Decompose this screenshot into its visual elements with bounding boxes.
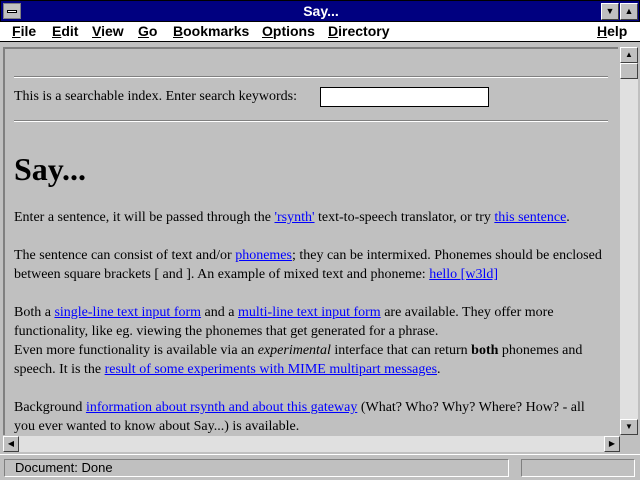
menu-go[interactable]: Go — [138, 23, 157, 39]
title-bar: Say... ▼ ▲ — [0, 0, 640, 22]
scroll-left-icon[interactable]: ◀ — [3, 436, 19, 452]
link-multi-line-form[interactable]: multi-line text input form — [238, 305, 381, 320]
link-rsynth[interactable]: 'rsynth' — [274, 210, 314, 225]
vertical-scrollbar[interactable]: ▲ ▼ — [620, 47, 638, 435]
menu-file[interactable]: File — [12, 23, 36, 39]
paragraph-phonemes: The sentence can consist of text and/or … — [14, 248, 602, 282]
divider — [14, 120, 608, 122]
menu-edit[interactable]: Edit — [52, 23, 78, 39]
menu-bar: File Edit View Go Bookmarks Options Dire… — [0, 22, 640, 42]
paragraph-experimental: Even more functionality is available via… — [14, 343, 583, 377]
link-background-info[interactable]: information about rsynth and about this … — [86, 400, 357, 415]
status-text: Document: Done — [4, 459, 509, 477]
menu-view[interactable]: View — [92, 23, 124, 39]
scroll-up-icon[interactable]: ▲ — [620, 47, 638, 63]
search-label: This is a searchable index. Enter search… — [14, 89, 298, 104]
menu-directory[interactable]: Directory — [328, 23, 389, 39]
menu-bookmarks[interactable]: Bookmarks — [173, 23, 249, 39]
link-this-sentence[interactable]: this sentence — [494, 210, 566, 225]
paragraph-intro: Enter a sentence, it will be passed thro… — [14, 210, 570, 225]
link-single-line-form[interactable]: single-line text input form — [54, 305, 201, 320]
maximize-icon[interactable]: ▲ — [620, 3, 638, 20]
vertical-scroll-thumb[interactable] — [620, 63, 638, 79]
status-bar: Document: Done — [0, 454, 640, 480]
link-phonemes[interactable]: phonemes — [235, 248, 292, 263]
scroll-down-icon[interactable]: ▼ — [620, 419, 638, 435]
window-title: Say... — [303, 3, 339, 19]
paragraph-forms: Both a single-line text input form and a… — [14, 305, 554, 339]
link-mime-experiments[interactable]: result of some experiments with MIME mul… — [105, 362, 437, 377]
scroll-right-icon[interactable]: ▶ — [604, 436, 620, 452]
progress-indicator — [521, 459, 635, 477]
search-row: This is a searchable index. Enter search… — [14, 87, 489, 107]
menu-options[interactable]: Options — [262, 23, 315, 39]
document-view: This is a searchable index. Enter search… — [3, 47, 618, 435]
divider — [14, 76, 608, 78]
menu-help[interactable]: Help — [597, 23, 627, 39]
paragraph-background: Background information about rsynth and … — [14, 400, 585, 434]
minimize-icon[interactable]: ▼ — [601, 3, 619, 20]
search-input[interactable] — [320, 87, 489, 107]
link-hello-example[interactable]: hello [w3ld] — [429, 267, 498, 282]
page-title: Say... — [14, 151, 87, 187]
horizontal-scrollbar[interactable]: ◀ ▶ — [3, 436, 620, 452]
